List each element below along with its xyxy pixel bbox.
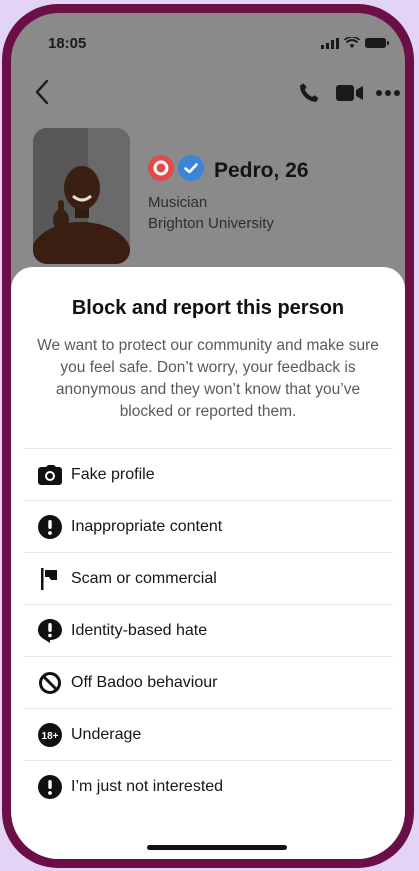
eighteen-plus-icon: 18+ (38, 722, 62, 747)
prohibited-icon (38, 671, 62, 695)
home-indicator[interactable] (147, 845, 287, 850)
report-options: Fake profile Inappropriate content Scam … (23, 448, 393, 812)
profile-occupation: Musician (148, 194, 208, 211)
video-call-button[interactable] (336, 84, 364, 102)
option-label: Identity-based hate (71, 621, 208, 639)
profile-photo[interactable] (33, 128, 130, 264)
option-label: Underage (71, 725, 142, 743)
screen: 18:05 Pedro, 26 Musician Brighton Univer… (11, 13, 405, 859)
option-inappropriate-content[interactable]: Inappropriate content (23, 500, 393, 552)
status-time: 18:05 (48, 35, 87, 52)
camera-icon (38, 463, 62, 487)
option-label: Scam or commercial (71, 569, 217, 587)
phone-frame: 18:05 Pedro, 26 Musician Brighton Univer… (2, 4, 414, 868)
option-off-badoo-behaviour[interactable]: Off Badoo behaviour (23, 656, 393, 708)
exclamation-icon (38, 514, 62, 539)
status-bar: 18:05 (11, 13, 405, 57)
option-label: Off Badoo behaviour (71, 673, 218, 691)
badoo-badge-icon (148, 155, 174, 181)
exclamation-icon (38, 774, 62, 799)
hate-icon (38, 618, 62, 643)
sheet-description: We want to protect our community and mak… (37, 337, 379, 420)
option-identity-hate[interactable]: Identity-based hate (23, 604, 393, 656)
option-label: I’m just not interested (71, 777, 224, 795)
battery-icon (365, 38, 389, 48)
option-not-interested[interactable]: I’m just not interested (23, 760, 393, 812)
sheet-title: Block and report this person (71, 297, 345, 319)
profile-photo-image (33, 128, 130, 264)
svg-text:18+: 18+ (42, 731, 59, 742)
option-label: Inappropriate content (71, 517, 223, 535)
verified-icon (178, 155, 204, 181)
back-button[interactable] (31, 77, 55, 107)
option-label: Fake profile (71, 465, 155, 483)
wifi-icon (344, 37, 360, 48)
option-underage[interactable]: 18+ Underage (23, 708, 393, 760)
profile-name: Pedro, 26 (214, 159, 309, 182)
status-icons (321, 37, 389, 49)
profile-school: Brighton University (148, 215, 274, 232)
more-options-button[interactable] (375, 89, 401, 97)
call-button[interactable] (297, 81, 321, 105)
option-scam-commercial[interactable]: Scam or commercial (23, 552, 393, 604)
profile-nav (11, 75, 405, 111)
flag-icon (38, 567, 62, 591)
option-fake-profile[interactable]: Fake profile (23, 448, 393, 500)
signal-icon (321, 37, 339, 49)
block-report-sheet: Block and report this person We want to … (11, 267, 405, 859)
profile-badges (148, 155, 204, 181)
